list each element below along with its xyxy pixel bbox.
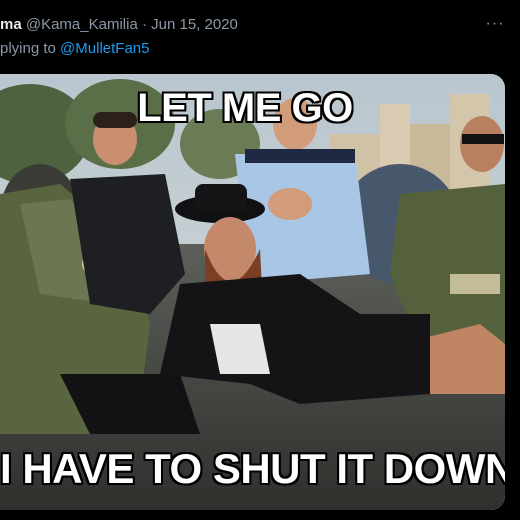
officer-hand	[268, 188, 312, 220]
sunglasses	[462, 134, 504, 144]
meme-bottom-caption: I HAVE TO SHUT IT DOWN	[0, 445, 505, 492]
tweet-media-image[interactable]: LET ME GO I HAVE TO SHUT IT DOWN	[0, 74, 505, 510]
replying-to-label: plying to	[0, 40, 56, 57]
black-hat-crown	[195, 184, 247, 212]
replying-to: plying to @MulletFan5	[0, 38, 149, 60]
more-options-icon[interactable]: ···	[484, 13, 506, 35]
separator-dot: ·	[141, 16, 147, 33]
tweet-date[interactable]: Jun 15, 2020	[151, 16, 238, 33]
author-handle[interactable]: @Kama_Kamilia	[26, 16, 138, 33]
meme-top-caption: LET ME GO	[137, 86, 353, 130]
tweet: ma @Kama_Kamilia · Jun 15, 2020 ··· plyi…	[0, 0, 520, 520]
officer-epaulettes	[245, 149, 355, 163]
reply-mention-link[interactable]: @MulletFan5	[60, 40, 149, 57]
white-shirt	[210, 324, 270, 374]
tweet-header: ma @Kama_Kamilia · Jun 15, 2020	[0, 14, 480, 36]
name-patch	[450, 274, 500, 294]
author-name[interactable]: ma	[0, 16, 22, 33]
